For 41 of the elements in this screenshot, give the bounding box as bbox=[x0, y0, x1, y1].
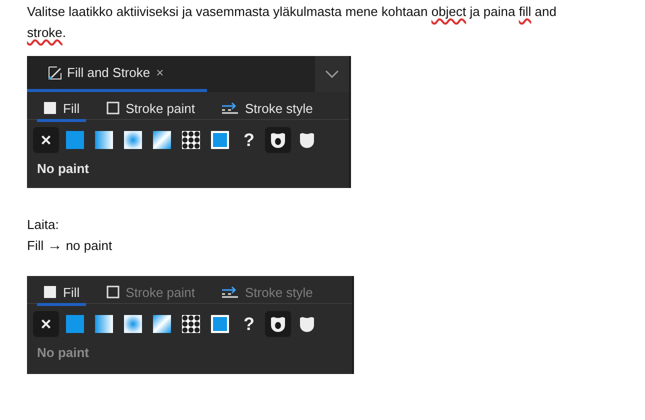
dropdown-button[interactable] bbox=[315, 56, 349, 92]
pattern-icon bbox=[182, 315, 200, 333]
paint-tab[interactable]: Stroke paint bbox=[100, 97, 201, 122]
mesh-gradient-icon bbox=[153, 131, 171, 149]
filled-square-icon bbox=[43, 285, 57, 299]
swatch-icon bbox=[211, 315, 229, 333]
paint-tab[interactable]: Stroke style bbox=[214, 97, 319, 122]
even-odd-fill-icon bbox=[269, 315, 287, 333]
paint-tab[interactable]: Fill bbox=[37, 97, 86, 122]
paint-status: No paint bbox=[36, 344, 90, 360]
linear-gradient-icon bbox=[95, 315, 113, 333]
no-paint-button[interactable]: × bbox=[33, 311, 59, 337]
unset-paint-button[interactable]: ? bbox=[236, 127, 262, 153]
even-odd-fill-icon bbox=[269, 131, 287, 149]
flat-color-icon bbox=[66, 315, 84, 333]
instruction-text: Valitse laatikko aktiiviseksi ja vasemmasta yläkulmasta mene kohtaan object ja paina fill and stroke. bbox=[27, 3, 558, 42]
pattern-icon bbox=[182, 131, 200, 149]
flat-color-icon bbox=[66, 131, 84, 149]
nonzero-fill-icon bbox=[298, 315, 316, 333]
stroke-style-icon bbox=[220, 285, 239, 299]
radial-gradient-icon bbox=[124, 131, 142, 149]
no-paint-button[interactable]: × bbox=[33, 127, 59, 153]
nonzero-fill-icon bbox=[298, 131, 316, 149]
pen-icon bbox=[47, 64, 63, 80]
paint-type-button[interactable] bbox=[265, 127, 291, 153]
filled-square-icon bbox=[43, 101, 57, 115]
stroke-style-icon bbox=[220, 101, 239, 115]
paint-type-button[interactable] bbox=[265, 311, 291, 337]
mesh-gradient-icon bbox=[153, 315, 171, 333]
linear-gradient-icon bbox=[95, 131, 113, 149]
instruction-heading: Laita: bbox=[27, 216, 60, 234]
instruction-step: Fill → no paint bbox=[27, 235, 618, 256]
chevron-down-icon bbox=[325, 70, 339, 78]
paint-tab[interactable]: Fill bbox=[37, 281, 86, 306]
radial-gradient-icon bbox=[124, 315, 142, 333]
unset-paint-button[interactable]: ? bbox=[236, 311, 262, 337]
swatch-icon bbox=[211, 131, 229, 149]
close-icon[interactable]: × bbox=[156, 65, 164, 80]
square-outline-icon bbox=[106, 101, 120, 115]
paint-status: No paint bbox=[36, 160, 90, 176]
square-outline-icon bbox=[106, 285, 120, 299]
